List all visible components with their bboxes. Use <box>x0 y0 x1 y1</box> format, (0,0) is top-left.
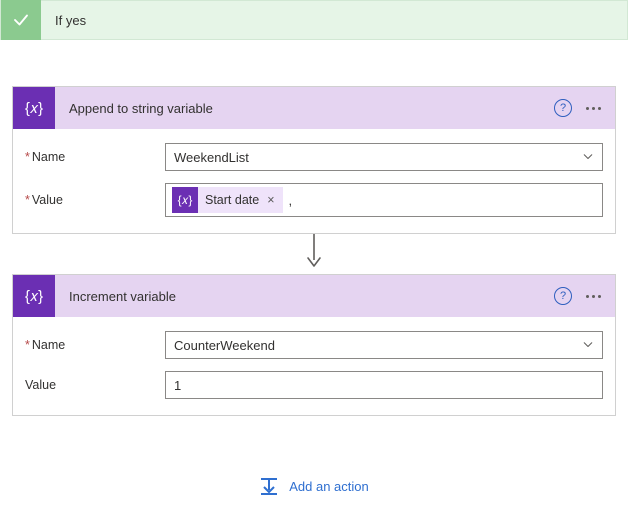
condition-branch-if-yes[interactable]: If yes <box>0 0 628 40</box>
condition-branch-title: If yes <box>41 13 86 28</box>
value-token-field[interactable]: {𝑥} Start date × , <box>165 183 603 217</box>
form-row-name: *Name CounterWeekend <box>25 331 603 359</box>
value-input[interactable] <box>165 371 603 399</box>
remove-token-icon[interactable]: × <box>267 193 274 207</box>
fx-braces-icon: {𝑥} <box>13 275 55 317</box>
action-body: *Name CounterWeekend Value <box>13 317 615 415</box>
field-label-name: *Name <box>25 338 165 352</box>
required-asterisk: * <box>25 193 30 207</box>
add-action-button[interactable]: Add an action <box>0 476 628 496</box>
action-header[interactable]: {𝑥} Append to string variable ? <box>13 87 615 129</box>
fx-braces-icon: {𝑥} <box>172 187 198 213</box>
check-icon <box>1 0 41 40</box>
action-title: Append to string variable <box>55 101 554 116</box>
form-row-value: Value <box>25 371 603 399</box>
fx-braces-icon: {𝑥} <box>13 87 55 129</box>
help-icon[interactable]: ? <box>554 287 572 305</box>
field-label-name: *Name <box>25 150 165 164</box>
connector-arrow <box>0 234 628 268</box>
action-card-increment-variable: {𝑥} Increment variable ? *Name CounterWe… <box>12 274 616 416</box>
action-header[interactable]: {𝑥} Increment variable ? <box>13 275 615 317</box>
action-card-append-to-string-variable: {𝑥} Append to string variable ? *Name We… <box>12 86 616 234</box>
name-select[interactable]: WeekendList <box>165 143 603 171</box>
name-select-value: WeekendList <box>174 150 582 165</box>
token-label: Start date <box>205 193 259 207</box>
form-row-value: *Value {𝑥} Start date × , <box>25 183 603 217</box>
add-action-label: Add an action <box>289 479 369 494</box>
form-row-name: *Name WeekendList <box>25 143 603 171</box>
name-select[interactable]: CounterWeekend <box>165 331 603 359</box>
required-asterisk: * <box>25 338 30 352</box>
overflow-menu-icon[interactable] <box>582 103 605 114</box>
chevron-down-icon <box>582 151 594 163</box>
overflow-menu-icon[interactable] <box>582 291 605 302</box>
action-title: Increment variable <box>55 289 554 304</box>
help-icon[interactable]: ? <box>554 99 572 117</box>
field-label-value: *Value <box>25 193 165 207</box>
required-asterisk: * <box>25 150 30 164</box>
action-body: *Name WeekendList *Value {𝑥} Start date … <box>13 129 615 233</box>
expression-token[interactable]: {𝑥} Start date × <box>172 187 283 213</box>
field-label-value: Value <box>25 378 165 392</box>
add-action-icon <box>259 476 279 496</box>
trailing-text: , <box>289 193 293 208</box>
name-select-value: CounterWeekend <box>174 338 582 353</box>
chevron-down-icon <box>582 339 594 351</box>
